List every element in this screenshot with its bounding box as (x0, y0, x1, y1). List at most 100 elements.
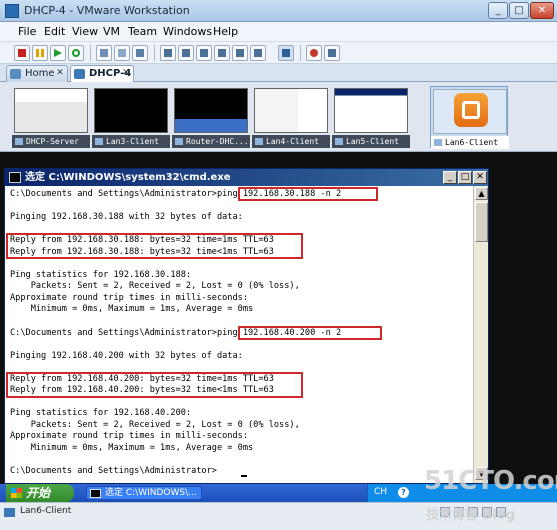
toolbar-separator (300, 45, 301, 61)
menu-file[interactable]: File (18, 25, 36, 38)
preferences-button[interactable] (306, 45, 322, 61)
vm-thumbnail[interactable]: Lan3-Client (92, 86, 170, 148)
quick-switch-icon (182, 49, 190, 57)
text-cursor (241, 475, 247, 477)
help-icon[interactable]: ? (398, 487, 409, 498)
revert-snapshot-button[interactable] (114, 45, 130, 61)
vmware-logo-icon (454, 93, 488, 127)
thumbnail-label: Router-DHC... (172, 135, 250, 148)
snapshot-manager-icon (136, 49, 144, 57)
menu-view[interactable]: View (72, 25, 98, 38)
network-button[interactable] (324, 45, 340, 61)
snapshot-manager-button[interactable] (132, 45, 148, 61)
gear-icon (310, 49, 318, 57)
vmware-app-icon (5, 4, 19, 18)
close-button[interactable]: ✕ (530, 2, 554, 19)
window-title: DHCP-4 - VMware Workstation (24, 4, 190, 17)
console-view-button[interactable] (250, 45, 266, 61)
cmd-window[interactable]: 选定 C:\WINDOWS\system32\cmd.exe _ □ ✕ C:\… (4, 168, 489, 484)
power-off-button[interactable] (14, 45, 30, 61)
vm-thumbnail[interactable]: DHCP-Server (12, 86, 90, 148)
quick-switch-button[interactable] (178, 45, 194, 61)
console-line: Approximate round trip times in milli-se… (10, 293, 248, 303)
vm-thumbnail[interactable]: Lan5-Client (332, 86, 410, 148)
cmd-minimize-button[interactable]: _ (443, 171, 457, 184)
reset-icon (72, 49, 80, 57)
cmd-icon (9, 172, 21, 183)
sidebar-toggle-button[interactable] (160, 45, 176, 61)
tab-bar: Home ✕ DHCP-4 ✕ (0, 64, 557, 82)
full-screen-button[interactable] (196, 45, 212, 61)
thumbnail-label: DHCP-Server (12, 135, 90, 148)
watermark-tagline: 技术博客 Blog (426, 508, 516, 523)
highlight-replies-2 (6, 372, 303, 398)
thumbnail-label: Lan3-Client (92, 135, 170, 148)
suspend-button[interactable] (32, 45, 48, 61)
status-vm-name: Lan6-Client (20, 506, 72, 516)
cmd-icon (90, 489, 101, 498)
console-line: Pinging 192.168.40.200 with 32 bytes of … (10, 351, 243, 361)
thumbnail-screen (174, 88, 248, 133)
cmd-close-button[interactable]: ✕ (473, 171, 487, 184)
active-view-icon (282, 49, 290, 57)
maximize-button[interactable]: □ (509, 2, 529, 19)
menu-team[interactable]: Team (128, 25, 157, 38)
console-line: Packets: Sent = 2, Received = 2, Lost = … (10, 420, 300, 430)
thumbnail-label: Lan4-Client (252, 135, 330, 148)
thumbnail-screen (14, 88, 88, 133)
console-line: Minimum = 0ms, Maximum = 1ms, Average = … (10, 443, 254, 453)
scroll-up-button[interactable]: ▲ (475, 187, 488, 200)
revert-icon (118, 49, 126, 57)
tab-home[interactable]: Home ✕ (6, 65, 68, 82)
thumbnail-screen (94, 88, 168, 133)
close-tab-icon[interactable]: ✕ (55, 68, 65, 78)
active-view-button[interactable] (278, 45, 294, 61)
toolbar-separator (154, 45, 155, 61)
snapshot-icon (100, 49, 108, 57)
unity-button[interactable] (214, 45, 230, 61)
highlight-ping-command-2 (238, 326, 382, 340)
menu-windows[interactable]: Windows (163, 25, 212, 38)
cmd-title: 选定 C:\WINDOWS\system32\cmd.exe (25, 172, 231, 183)
tab-label: Home (25, 68, 55, 79)
snapshot-button[interactable] (96, 45, 112, 61)
taskbar-item-cmd[interactable]: 选定 C:\WINDOWS\... (86, 486, 202, 500)
console-line: Packets: Sent = 2, Received = 2, Lost = … (10, 281, 300, 291)
power-on-button[interactable] (50, 45, 66, 61)
home-icon (10, 69, 21, 79)
console-line: Minimum = 0ms, Maximum = 1ms, Average = … (10, 304, 254, 314)
thumbnail-screen (433, 89, 507, 134)
close-tab-icon[interactable]: ✕ (121, 68, 131, 78)
console-line: Approximate round trip times in milli-se… (10, 431, 248, 441)
menu-edit[interactable]: Edit (44, 25, 65, 38)
thumbnail-screen (334, 88, 408, 133)
vm-thumbnail-selected[interactable]: Lan6-Client (430, 86, 509, 149)
cmd-title-bar[interactable]: 选定 C:\WINDOWS\system32\cmd.exe (5, 169, 488, 186)
highlight-replies-1 (6, 233, 303, 259)
network-icon (328, 49, 336, 57)
play-icon (54, 49, 62, 57)
vm-thumbnail-strip: DHCP-Server Lan3-Client Router-DHC... La… (0, 82, 557, 152)
windows-flag-icon (11, 488, 22, 498)
menu-help[interactable]: Help (213, 25, 238, 38)
reset-button[interactable] (68, 45, 84, 61)
thumbnail-screen (254, 88, 328, 133)
stop-icon (18, 49, 26, 57)
start-button[interactable]: 开始 (6, 484, 74, 502)
console-scrollbar[interactable]: ▲ ▼ (473, 186, 488, 483)
vm-icon (74, 69, 85, 79)
tab-dhcp-4[interactable]: DHCP-4 ✕ (70, 65, 134, 82)
scroll-thumb[interactable] (475, 202, 488, 242)
thumbnail-label: Lan6-Client (431, 136, 509, 149)
vm-thumbnail[interactable]: Router-DHC... (172, 86, 250, 148)
vm-thumbnail[interactable]: Lan4-Client (252, 86, 330, 148)
menu-vm[interactable]: VM (103, 25, 120, 38)
thumbnail-view-button[interactable] (232, 45, 248, 61)
console-icon (254, 49, 262, 57)
pause-icon (36, 49, 44, 57)
input-language-indicator[interactable]: CH (374, 487, 387, 497)
console-output[interactable]: C:\Documents and Settings\Administrator>… (5, 186, 473, 483)
cmd-maximize-button[interactable]: □ (458, 171, 472, 184)
watermark: 51CTO.com 技术博客 Blog (420, 462, 557, 528)
minimize-button[interactable]: _ (488, 2, 508, 19)
